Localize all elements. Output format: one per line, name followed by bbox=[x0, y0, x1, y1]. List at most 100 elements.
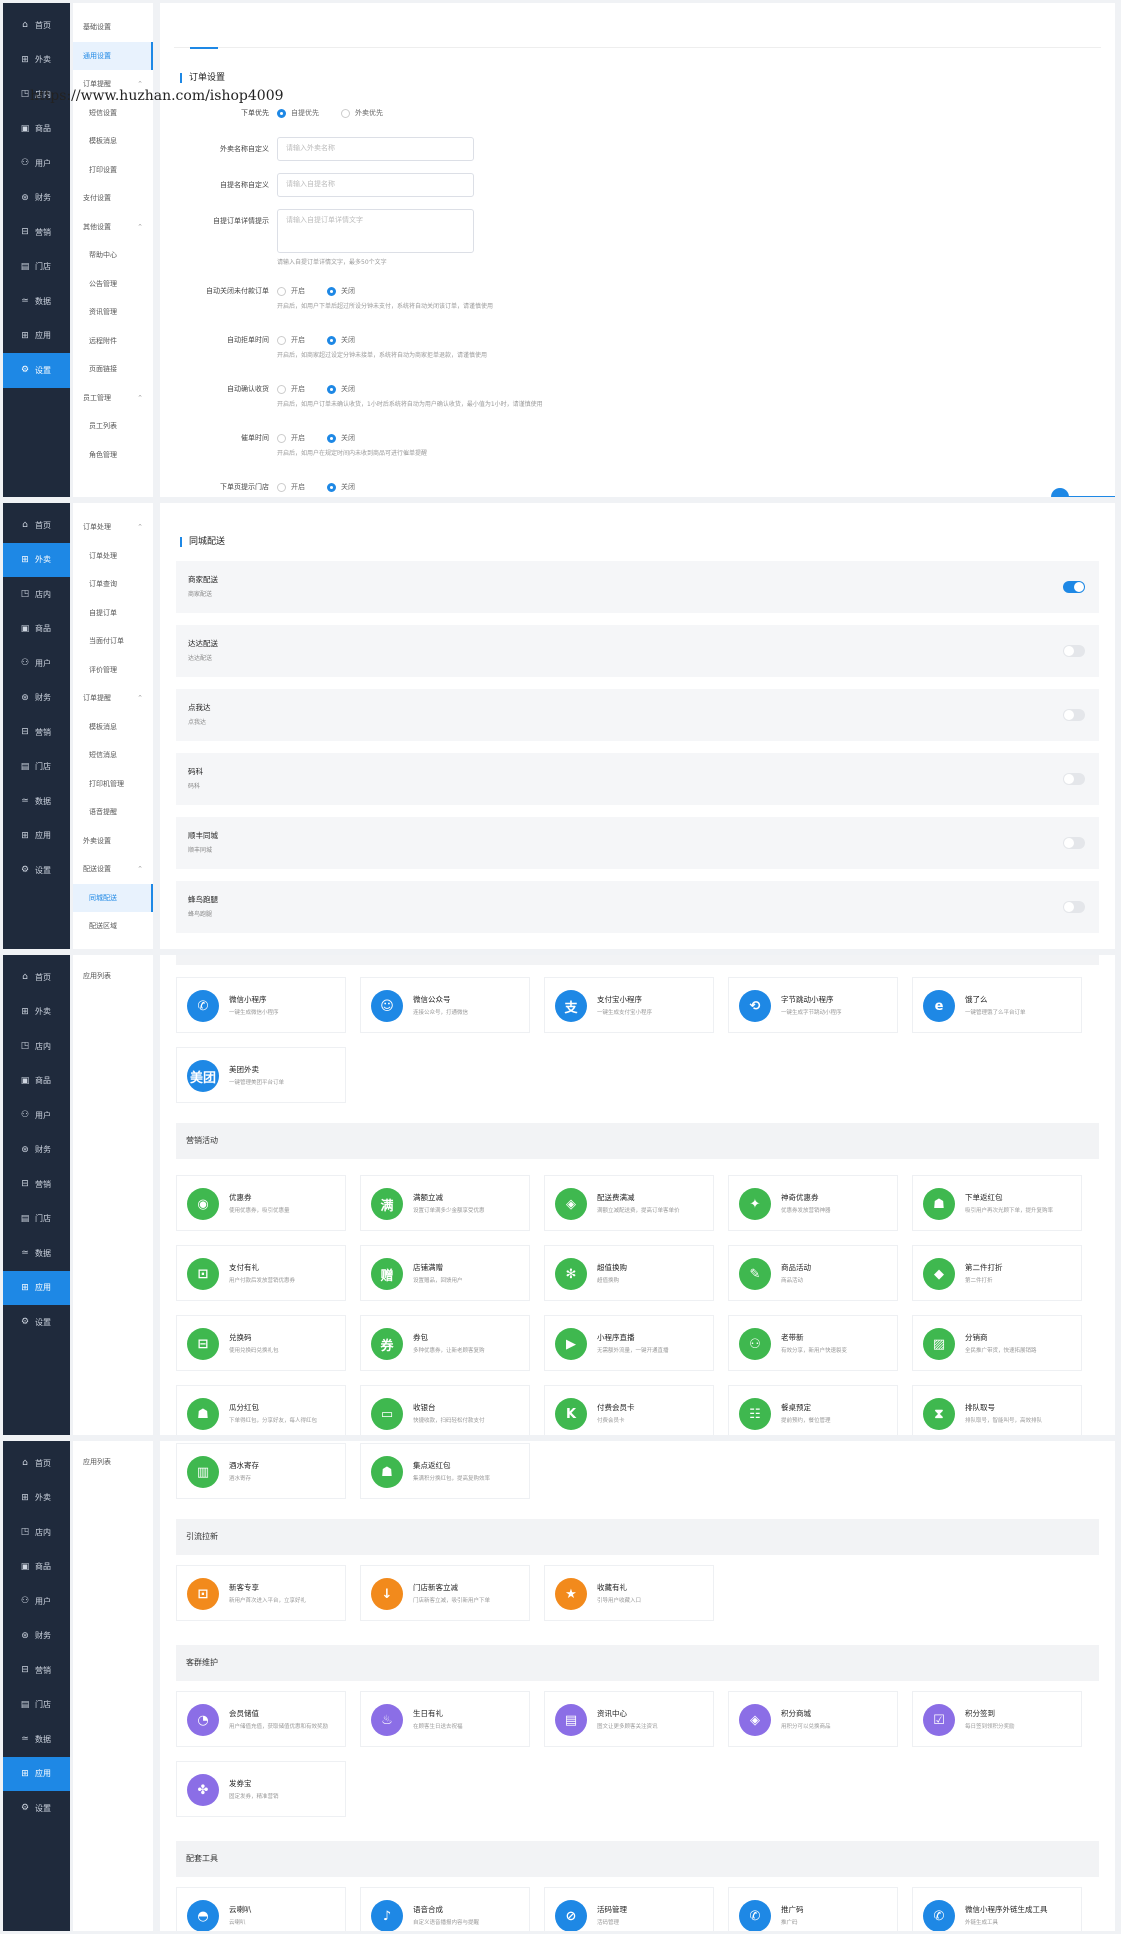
subnav-item[interactable]: 模板消息 bbox=[73, 127, 153, 156]
subnav-item[interactable]: 自提订单 bbox=[73, 599, 153, 628]
subnav-item[interactable]: 员工管理 ⌃ bbox=[73, 384, 153, 413]
app-card[interactable]: ◓ 云喇叭 云喇叭 bbox=[176, 1887, 346, 1931]
sidebar-item-data[interactable]: ≃ 数据 bbox=[3, 784, 70, 819]
app-card[interactable]: ◈ 积分商城 用积分可以兑换商品 bbox=[728, 1691, 898, 1747]
sidebar-item-goods[interactable]: ▣ 商品 bbox=[3, 1550, 70, 1585]
app-card[interactable]: ⟲ 字节跳动小程序 一键生成字节跳动小程序 bbox=[728, 977, 898, 1033]
app-card[interactable]: ⊟ 兑换码 使用兑换码兑换礼包 bbox=[176, 1315, 346, 1371]
app-card[interactable]: ⚇ 老带新 有效分享，新用户快速裂变 bbox=[728, 1315, 898, 1371]
radio-on[interactable] bbox=[277, 384, 286, 394]
radio-off[interactable] bbox=[327, 482, 336, 492]
sidebar-item-store[interactable]: ▤ 门店 bbox=[3, 250, 70, 285]
app-card[interactable]: ⊘ 活码管理 活码管理 bbox=[544, 1887, 714, 1931]
app-card[interactable]: K 付费会员卡 付费会员卡 bbox=[544, 1385, 714, 1435]
subnav-item[interactable]: 通用设置 bbox=[73, 41, 153, 70]
subnav-item[interactable]: 配送设置 ⌃ bbox=[73, 855, 153, 884]
sidebar-item-settings[interactable]: ⚙ 设置 bbox=[3, 853, 70, 888]
app-card[interactable]: ↓ 门店新客立减 门店新客立减，吸引新用户下单 bbox=[360, 1565, 530, 1621]
subnav-item[interactable]: 订单提醒 ⌃ bbox=[73, 684, 153, 713]
app-card[interactable]: ▨ 分销商 全民推广带货，快速拓展销路 bbox=[912, 1315, 1082, 1371]
app-card[interactable]: ⊡ 支付有礼 用户付款后发放营销优惠券 bbox=[176, 1245, 346, 1301]
sidebar-item-user[interactable]: ⚇ 用户 bbox=[3, 1584, 70, 1619]
app-card[interactable]: ✆ 推广码 推广码 bbox=[728, 1887, 898, 1931]
radio-off[interactable] bbox=[327, 335, 336, 345]
sidebar-item-dinein[interactable]: ◳ 店内 bbox=[3, 577, 70, 612]
sidebar-item-store[interactable]: ▤ 门店 bbox=[3, 750, 70, 785]
subnav-item[interactable]: 同城配送 bbox=[73, 883, 153, 912]
sidebar-item-dinein[interactable]: ◳ 店内 bbox=[3, 1515, 70, 1550]
pickup-name-input[interactable]: 请输入自提名称 bbox=[277, 173, 474, 197]
sidebar-item-home[interactable]: ⌂ 首页 bbox=[3, 1446, 70, 1481]
subnav-item[interactable]: 订单查询 bbox=[73, 570, 153, 599]
app-card[interactable]: ☷ 餐桌预定 提前预约，餐位管理 bbox=[728, 1385, 898, 1435]
app-card[interactable]: ▤ 资讯中心 图文让更多顾客关注资讯 bbox=[544, 1691, 714, 1747]
delivery-toggle[interactable] bbox=[1063, 581, 1085, 593]
sidebar-item-finance[interactable]: ⊛ 财务 bbox=[3, 681, 70, 716]
subnav-item[interactable]: 基础设置 bbox=[73, 13, 153, 42]
radio-takeout-first[interactable] bbox=[341, 108, 350, 118]
app-card[interactable]: ★ 收藏有礼 引导用户收藏入口 bbox=[544, 1565, 714, 1621]
sidebar-item-home[interactable]: ⌂ 首页 bbox=[3, 960, 70, 995]
delivery-toggle[interactable] bbox=[1063, 773, 1085, 785]
sidebar-item-goods[interactable]: ▣ 商品 bbox=[3, 1064, 70, 1099]
radio-on[interactable] bbox=[277, 286, 286, 296]
sidebar-item-takeout[interactable]: ⊞ 外卖 bbox=[3, 542, 70, 577]
sidebar-item-apps[interactable]: ⊞ 应用 bbox=[3, 819, 70, 854]
delivery-toggle[interactable] bbox=[1063, 709, 1085, 721]
sidebar-item-home[interactable]: ⌂ 首页 bbox=[3, 8, 70, 43]
sidebar-item-apps[interactable]: ⊞ 应用 bbox=[3, 1270, 70, 1305]
app-card[interactable]: ♪ 语音合成 自定义语音播报内容与提醒 bbox=[360, 1887, 530, 1931]
subnav-item[interactable]: 当面付订单 bbox=[73, 627, 153, 656]
app-card[interactable]: ▶ 小程序直播 无需额外流量，一键开通直播 bbox=[544, 1315, 714, 1371]
radio-on[interactable] bbox=[277, 335, 286, 345]
app-card[interactable]: ♨ 生日有礼 在顾客生日送去祝福 bbox=[360, 1691, 530, 1747]
sidebar-item-user[interactable]: ⚇ 用户 bbox=[3, 646, 70, 681]
app-card[interactable]: ✆ 微信小程序 一键生成微信小程序 bbox=[176, 977, 346, 1033]
app-card[interactable]: ☗ 下单返红包 吸引用户再次光顾下单，提升复购率 bbox=[912, 1175, 1082, 1231]
sidebar-item-gift[interactable]: ⊟ 营销 bbox=[3, 715, 70, 750]
subnav-item[interactable]: 帮助中心 bbox=[73, 241, 153, 270]
sidebar-item-goods[interactable]: ▣ 商品 bbox=[3, 612, 70, 647]
radio-on[interactable] bbox=[277, 433, 286, 443]
sidebar-item-gift[interactable]: ⊟ 营销 bbox=[3, 1653, 70, 1688]
app-card[interactable]: ☺ 微信公众号 连接公众号，打通微信 bbox=[360, 977, 530, 1033]
app-card[interactable]: ☗ 瓜分红包 下单得红包，分享好友，每人得红包 bbox=[176, 1385, 346, 1435]
app-card[interactable]: 美团 美团外卖 一键管理美团平台订单 bbox=[176, 1047, 346, 1103]
sidebar-item-data[interactable]: ≃ 数据 bbox=[3, 1236, 70, 1271]
subnav-item[interactable]: 订单处理 ⌃ bbox=[73, 513, 153, 542]
subnav-item[interactable]: 打印设置 bbox=[73, 156, 153, 185]
subnav-item[interactable]: 其他设置 ⌃ bbox=[73, 213, 153, 242]
subnav-item[interactable]: 订单处理 bbox=[73, 542, 153, 571]
sidebar-item-gift[interactable]: ⊟ 营销 bbox=[3, 1167, 70, 1202]
subnav-item[interactable]: 页面链接 bbox=[73, 355, 153, 384]
app-card[interactable]: 赠 店铺满赠 设置赠品，回馈用户 bbox=[360, 1245, 530, 1301]
sidebar-item-home[interactable]: ⌂ 首页 bbox=[3, 508, 70, 543]
sidebar-item-user[interactable]: ⚇ 用户 bbox=[3, 1098, 70, 1133]
subnav-item[interactable]: 语音提醒 bbox=[73, 798, 153, 827]
radio-off[interactable] bbox=[327, 384, 336, 394]
app-card[interactable]: ◉ 优惠券 使用优惠券，吸引优惠量 bbox=[176, 1175, 346, 1231]
sidebar-item-finance[interactable]: ⊛ 财务 bbox=[3, 1619, 70, 1654]
app-card[interactable]: ◆ 第二件打折 第二件打折 bbox=[912, 1245, 1082, 1301]
app-card[interactable]: ⊡ 新客专享 新用户首次进入平台，立享好礼 bbox=[176, 1565, 346, 1621]
app-card[interactable]: ✤ 发券宝 固定发券，精准营销 bbox=[176, 1761, 346, 1817]
sidebar-item-takeout[interactable]: ⊞ 外卖 bbox=[3, 1481, 70, 1516]
app-card[interactable]: ✦ 神奇优惠券 优惠券发放营销神器 bbox=[728, 1175, 898, 1231]
sidebar-item-finance[interactable]: ⊛ 财务 bbox=[3, 181, 70, 216]
radio-off[interactable] bbox=[327, 286, 336, 296]
radio-off[interactable] bbox=[327, 433, 336, 443]
app-card[interactable]: ✻ 超值换购 超值换购 bbox=[544, 1245, 714, 1301]
radio-on[interactable] bbox=[277, 482, 286, 492]
sidebar-item-store[interactable]: ▤ 门店 bbox=[3, 1688, 70, 1723]
app-card[interactable]: 支 支付宝小程序 一键生成支付宝小程序 bbox=[544, 977, 714, 1033]
subnav-item[interactable]: 模板消息 bbox=[73, 713, 153, 742]
sidebar-item-takeout[interactable]: ⊞ 外卖 bbox=[3, 995, 70, 1030]
sidebar-item-settings[interactable]: ⚙ 设置 bbox=[3, 1305, 70, 1340]
sidebar-item-settings[interactable]: ⚙ 设置 bbox=[3, 1791, 70, 1826]
sidebar-item-data[interactable]: ≃ 数据 bbox=[3, 1722, 70, 1757]
subnav-item[interactable]: 评价管理 bbox=[73, 656, 153, 685]
sidebar-item-goods[interactable]: ▣ 商品 bbox=[3, 112, 70, 147]
sidebar-item-data[interactable]: ≃ 数据 bbox=[3, 284, 70, 319]
subnav-item[interactable]: 公告管理 bbox=[73, 270, 153, 299]
sidebar-item-apps[interactable]: ⊞ 应用 bbox=[3, 319, 70, 354]
